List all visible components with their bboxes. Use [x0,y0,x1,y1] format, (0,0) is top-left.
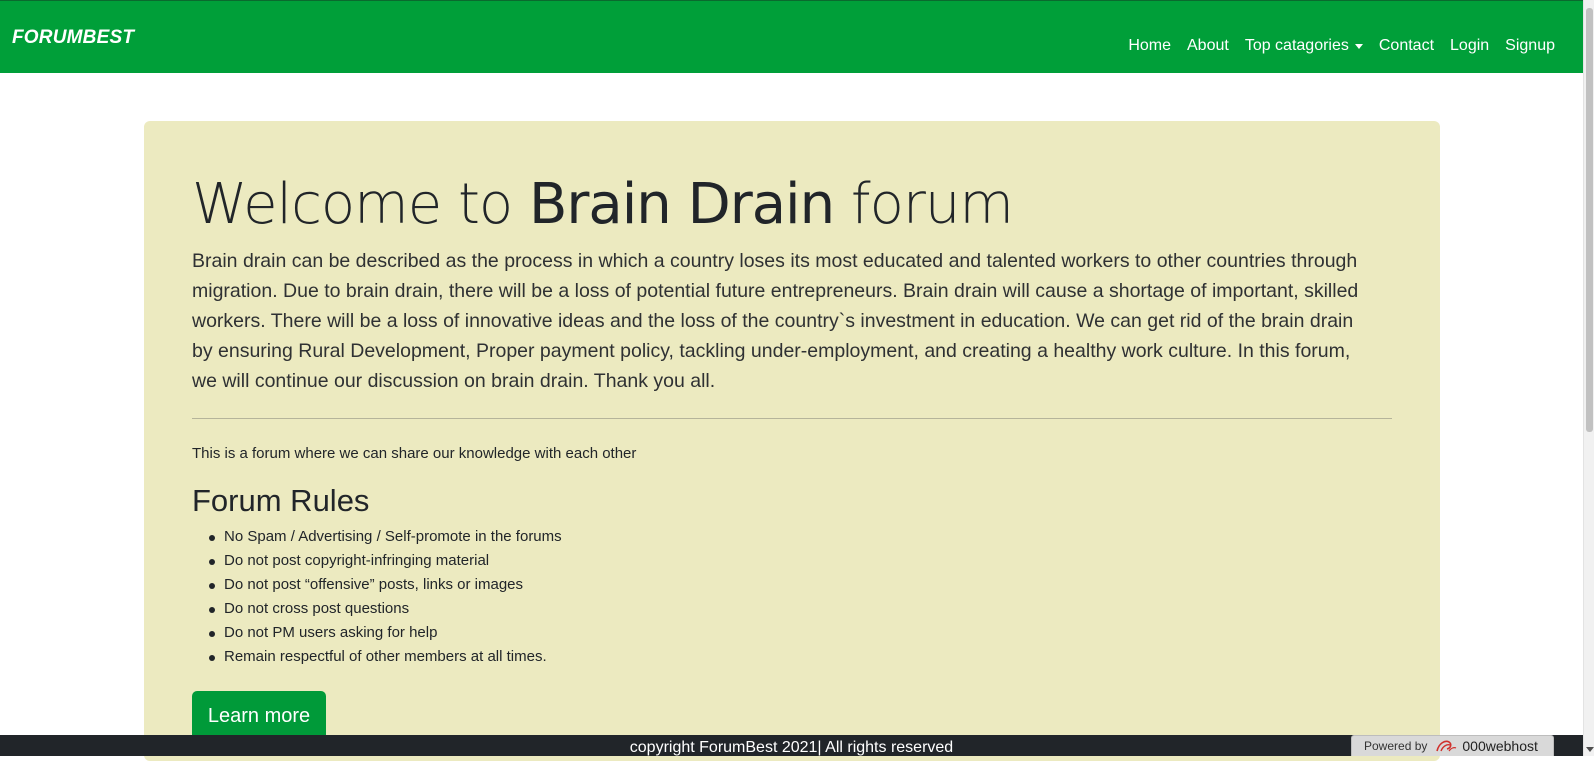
rule-item: Do not cross post questions [209,597,1392,621]
divider [192,418,1392,420]
scroll-down-arrow-icon[interactable] [1586,747,1594,752]
scrollbar-thumb[interactable] [1586,8,1593,432]
footer: copyright ForumBest 2021| All rights res… [0,735,1583,756]
title-suffix: forum [834,172,1014,237]
welcome-jumbotron: Welcome to Brain Drain forum Brain drain… [144,121,1440,761]
nav-home[interactable]: Home [1120,37,1179,55]
chevron-down-icon [1354,43,1363,49]
powered-by-label: Powered by [1364,739,1428,753]
forum-rules-heading: Forum Rules [192,483,370,519]
rule-item: No Spam / Advertising / Self-promote in … [209,525,1392,549]
rule-item: Do not post “offensive” posts, links or … [209,573,1392,597]
title-prefix: Welcome to [192,172,529,237]
rule-item: Do not post copyright-infringing materia… [209,549,1392,573]
powered-by-badge[interactable]: Powered by 000webhost [1351,735,1554,756]
webhost-logo-icon [1436,740,1457,752]
title-bold: Brain Drain [528,172,835,237]
nav-top-categories-label: Top catagories [1244,37,1349,54]
lead-paragraph: Brain drain can be described as the proc… [192,250,1359,393]
footer-copyright: copyright ForumBest 2021| All rights res… [629,739,954,756]
nav-contact[interactable]: Contact [1371,37,1442,55]
forum-rules-list: No Spam / Advertising / Self-promote in … [192,525,1392,669]
nav-signup[interactable]: Signup [1497,37,1563,55]
page-title: Welcome to Brain Drain forum [192,171,1392,238]
rule-item: Remain respectful of other members at al… [209,645,1392,669]
intro-text: This is a forum where we can share our k… [192,445,637,463]
learn-more-button[interactable]: Learn more [192,691,326,741]
nav-links: Home About Top catagories Contact Login … [1120,37,1563,55]
nav-top-categories-dropdown[interactable]: Top catagories [1237,37,1371,55]
rule-item: Do not PM users asking for help [209,621,1392,645]
page-scrollbar[interactable] [1583,0,1594,756]
nav-about[interactable]: About [1179,37,1237,55]
brand-logo[interactable]: FORUMBEST [12,27,134,49]
powered-by-brand: 000webhost [1462,738,1538,754]
navbar: FORUMBEST Home About Top catagories Cont… [0,0,1583,73]
nav-login[interactable]: Login [1442,37,1497,55]
